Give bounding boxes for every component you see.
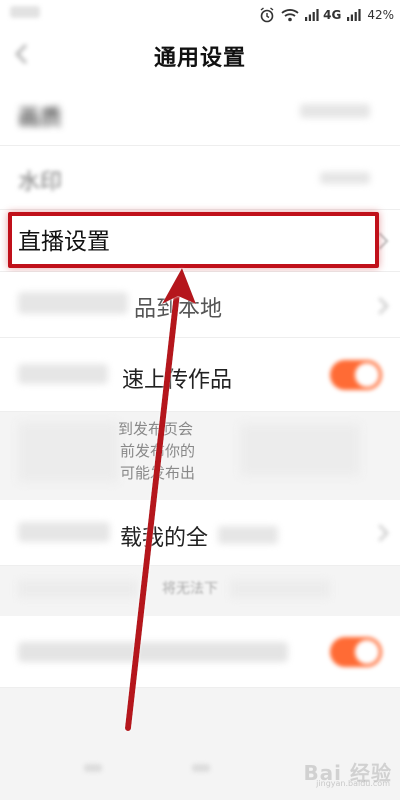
setting-label: 品到本地: [134, 297, 223, 322]
wifi-icon: [281, 8, 299, 22]
live-settings-label[interactable]: 直播设置: [18, 222, 110, 256]
setting-value: [320, 172, 370, 184]
setting-row-fast-upload[interactable]: 速上传作品: [0, 338, 400, 412]
setting-value: [300, 104, 370, 118]
watermark-site: jingyan.baidu.com: [316, 779, 390, 788]
desc-line: 到发布页会: [118, 420, 194, 438]
page-title: 通用设置: [153, 46, 246, 71]
setting-row-download[interactable]: 载我的全: [0, 500, 400, 566]
desc-line: 前发布你的: [120, 442, 196, 460]
app-header: 通用设置: [0, 30, 400, 82]
setting-label-blur: [18, 642, 288, 662]
setting-row-quality[interactable]: 画质: [0, 82, 400, 146]
setting-row-other[interactable]: [0, 616, 400, 688]
network-type: 4G: [323, 8, 342, 22]
setting-label-blur: [18, 522, 110, 542]
signal-icon: [305, 9, 319, 21]
chevron-right-icon: [371, 524, 389, 542]
alarm-icon: [259, 7, 275, 23]
desc-line: 将无法下: [162, 581, 218, 597]
setting-label-blur: [18, 364, 108, 384]
desc-line: 可能发布出: [120, 464, 196, 482]
setting-label: 速上传作品: [122, 368, 233, 393]
status-icons: 4G 42%: [259, 5, 394, 25]
setting-label: 水印: [18, 170, 63, 195]
fast-upload-toggle[interactable]: [330, 360, 382, 390]
fast-upload-description: 到发布页会 前发布你的 可能发布出: [0, 412, 400, 500]
setting-label: 载我的全: [120, 526, 209, 551]
status-time: [10, 6, 40, 18]
status-bar: 4G 42%: [0, 0, 400, 30]
setting-row-watermark[interactable]: 水印: [0, 146, 400, 210]
nav-item[interactable]: [192, 764, 210, 772]
other-toggle[interactable]: [330, 637, 382, 667]
setting-label: 画质: [18, 106, 63, 131]
signal-icon-2: [347, 9, 361, 21]
download-description: 将无法下: [0, 566, 400, 616]
chevron-right-icon: [371, 297, 389, 315]
setting-label-blur: [218, 526, 278, 544]
setting-row-save-local[interactable]: 品到本地: [0, 272, 400, 338]
battery-level: 42%: [367, 8, 394, 22]
baidu-watermark: Bai 经验 jingyan.baidu.com: [303, 757, 392, 788]
nav-item[interactable]: [84, 764, 102, 772]
setting-label-blur: [18, 292, 128, 314]
